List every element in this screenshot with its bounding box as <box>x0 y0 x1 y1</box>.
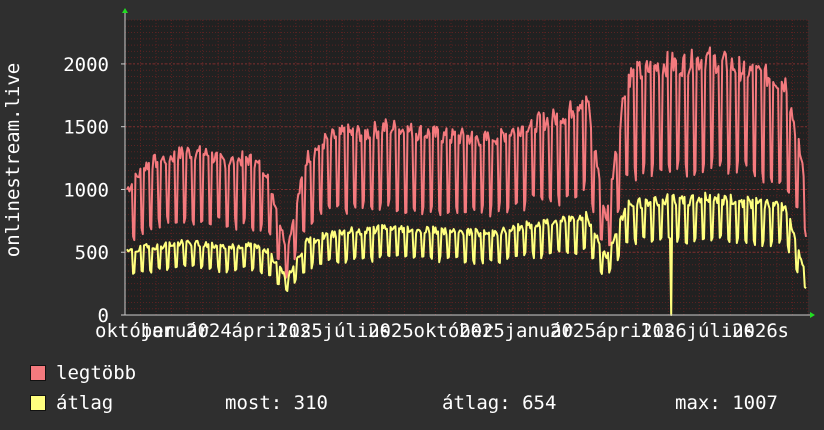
x-axis-arrow <box>810 312 815 318</box>
legend-label-avg: átlag <box>56 392 114 414</box>
x-tick-label: 2026 <box>641 320 687 342</box>
stat-max: max: 1007 <box>675 392 778 414</box>
x-tick-label: 2025 <box>368 320 414 342</box>
legend-swatch-avg <box>30 395 46 411</box>
y-tick-label: 1500 <box>63 117 109 139</box>
y-tick-label: 1000 <box>63 179 109 201</box>
line-chart: 0500100015002000októberjanuár2024 április… <box>63 8 824 342</box>
stat-average: átlag: 654 <box>442 392 557 414</box>
stat-now: most: 310 <box>225 392 328 414</box>
x-tick-label: s <box>778 320 789 342</box>
legend: legtöbb átlag most: 310 átlag: 654 max: … <box>30 362 820 422</box>
x-tick-label: 2025 <box>277 320 323 342</box>
y-axis-label-text: onlinestream.live <box>2 62 24 258</box>
x-tick-label: 2025 <box>459 320 505 342</box>
y-axis-arrow <box>122 8 128 13</box>
x-tick-label: 2024 <box>186 320 232 342</box>
legend-label-max: legtöbb <box>56 362 137 384</box>
y-axis-label: onlinestream.live <box>0 0 26 320</box>
y-tick-label: 500 <box>75 242 109 264</box>
legend-swatch-max <box>30 365 46 381</box>
y-tick-label: 2000 <box>63 54 109 76</box>
x-tick-label: 2026 <box>732 320 778 342</box>
x-tick-label: 2025 <box>550 320 596 342</box>
legend-item-avg: átlag most: 310 átlag: 654 max: 1007 <box>30 392 820 414</box>
